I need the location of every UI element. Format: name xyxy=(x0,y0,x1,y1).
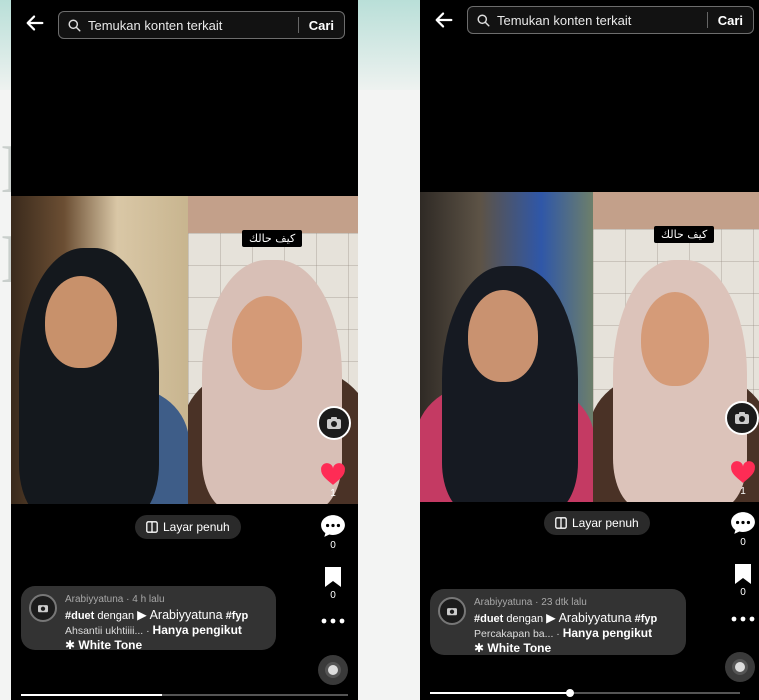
search-placeholder: Temukan konten terkait xyxy=(497,12,632,28)
fullscreen-button[interactable]: Layar penuh xyxy=(135,515,241,539)
heart-icon xyxy=(321,463,345,485)
like-button[interactable]: 1 xyxy=(320,462,346,499)
video-info-card[interactable]: Arabiyyatuna · 23 dtk lalu #duet dengan … xyxy=(430,589,686,655)
camera-button[interactable] xyxy=(725,401,759,435)
privacy-label: Hanya pengikut xyxy=(562,626,653,640)
description-text: Percakapan ba... · xyxy=(474,628,563,640)
hashtag-duet[interactable]: #duet xyxy=(65,610,94,622)
search-icon xyxy=(68,18,81,32)
more-icon xyxy=(321,618,345,624)
search-placeholder: Temukan konten terkait xyxy=(88,17,223,33)
phone-screen-right: Temukan konten terkait Cari كيف حالك 1 0… xyxy=(420,0,759,700)
fullscreen-button[interactable]: Layar penuh xyxy=(544,511,650,535)
comment-count: 0 xyxy=(740,537,746,548)
back-arrow-icon[interactable] xyxy=(24,12,46,34)
search-divider xyxy=(297,17,299,33)
fullscreen-label: Layar penuh xyxy=(572,516,639,530)
comment-icon xyxy=(321,515,345,537)
top-bar: Temukan konten terkait Cari xyxy=(11,0,358,46)
sound-disc-icon[interactable] xyxy=(318,655,348,685)
duet-reference[interactable]: ▶ Arabiyyatuna xyxy=(137,608,222,622)
effect-label[interactable]: ✱ White Tone xyxy=(474,641,676,655)
like-button[interactable]: 1 xyxy=(730,460,756,497)
duet-video[interactable]: كيف حالك xyxy=(11,196,358,504)
save-count: 0 xyxy=(330,590,336,601)
top-bar: Temukan konten terkait Cari xyxy=(420,0,759,46)
more-options-button[interactable] xyxy=(731,616,755,622)
progress-bar[interactable] xyxy=(21,694,348,696)
hashtag-connector: dengan xyxy=(503,613,547,625)
privacy-label: Hanya pengikut xyxy=(152,623,242,637)
video-left-half xyxy=(420,192,594,502)
heart-icon xyxy=(731,461,755,483)
search-button[interactable]: Cari xyxy=(718,13,743,28)
like-count: 1 xyxy=(740,486,746,497)
author-avatar[interactable] xyxy=(438,597,466,625)
comment-button[interactable]: 0 xyxy=(730,511,756,548)
more-icon xyxy=(731,616,755,622)
more-options-button[interactable] xyxy=(321,618,345,624)
video-figure-face xyxy=(641,292,710,386)
duet-video[interactable]: كيف حالك xyxy=(420,192,759,502)
comment-button[interactable]: 0 xyxy=(320,514,346,551)
progress-fill xyxy=(21,694,162,696)
sound-disc-icon[interactable] xyxy=(725,652,755,682)
back-arrow-icon[interactable] xyxy=(433,9,455,31)
phone-screen-left: Temukan konten terkait Cari كيف حالك 1 0… xyxy=(11,0,358,700)
hashtag-line: #duet dengan ▶ Arabiyyatuna #fyp xyxy=(65,607,266,622)
video-figure-face xyxy=(231,296,302,390)
camera-icon xyxy=(725,401,759,435)
search-input[interactable]: Temukan konten terkait Cari xyxy=(58,11,345,39)
fullscreen-label: Layar penuh xyxy=(163,520,230,534)
save-button[interactable]: 0 xyxy=(734,563,752,598)
fullscreen-icon xyxy=(555,517,567,529)
effect-label[interactable]: ✱ White Tone xyxy=(65,638,266,652)
search-input[interactable]: Temukan konten terkait Cari xyxy=(467,6,754,34)
video-info-card[interactable]: Arabiyyatuna · 4 h lalu #duet dengan ▶ A… xyxy=(21,586,276,652)
video-left-half xyxy=(11,196,188,504)
camera-icon xyxy=(447,608,457,616)
fullscreen-icon xyxy=(146,521,158,533)
hashtag-duet[interactable]: #duet xyxy=(474,613,503,625)
progress-fill xyxy=(430,692,570,694)
hashtag-fyp[interactable]: #fyp xyxy=(223,610,249,622)
duet-reference[interactable]: ▶ Arabiyyatuna xyxy=(546,611,631,625)
camera-button[interactable] xyxy=(317,406,351,440)
bookmark-icon xyxy=(735,564,751,584)
author-line: Arabiyyatuna · 4 h lalu xyxy=(65,594,165,605)
progress-knob[interactable] xyxy=(565,689,574,697)
save-count: 0 xyxy=(740,587,746,598)
save-button[interactable]: 0 xyxy=(324,566,342,601)
progress-bar[interactable] xyxy=(430,689,740,697)
description-line: Percakapan ba... · Hanya pengikut xyxy=(474,626,676,640)
search-icon xyxy=(477,13,490,27)
camera-icon xyxy=(38,605,48,613)
hashtag-connector: dengan xyxy=(94,610,138,622)
hashtag-fyp[interactable]: #fyp xyxy=(632,613,658,625)
bookmark-icon xyxy=(325,567,341,587)
video-figure-face xyxy=(45,276,117,368)
like-count: 1 xyxy=(330,488,336,499)
description-line: Ahsantii ukhtiiii... · Hanya pengikut xyxy=(65,623,266,637)
comment-count: 0 xyxy=(330,540,336,551)
search-button[interactable]: Cari xyxy=(309,18,334,33)
hashtag-line: #duet dengan ▶ Arabiyyatuna #fyp xyxy=(474,610,676,625)
comment-icon xyxy=(731,512,755,534)
search-divider xyxy=(706,12,708,28)
video-figure-face xyxy=(468,290,538,382)
author-avatar[interactable] xyxy=(29,594,57,622)
video-caption-overlay: كيف حالك xyxy=(242,230,303,247)
author-line: Arabiyyatuna · 23 dtk lalu xyxy=(474,597,587,608)
camera-icon xyxy=(317,406,351,440)
description-text: Ahsantii ukhtiiii... · xyxy=(65,625,153,637)
video-caption-overlay: كيف حالك xyxy=(654,226,715,243)
